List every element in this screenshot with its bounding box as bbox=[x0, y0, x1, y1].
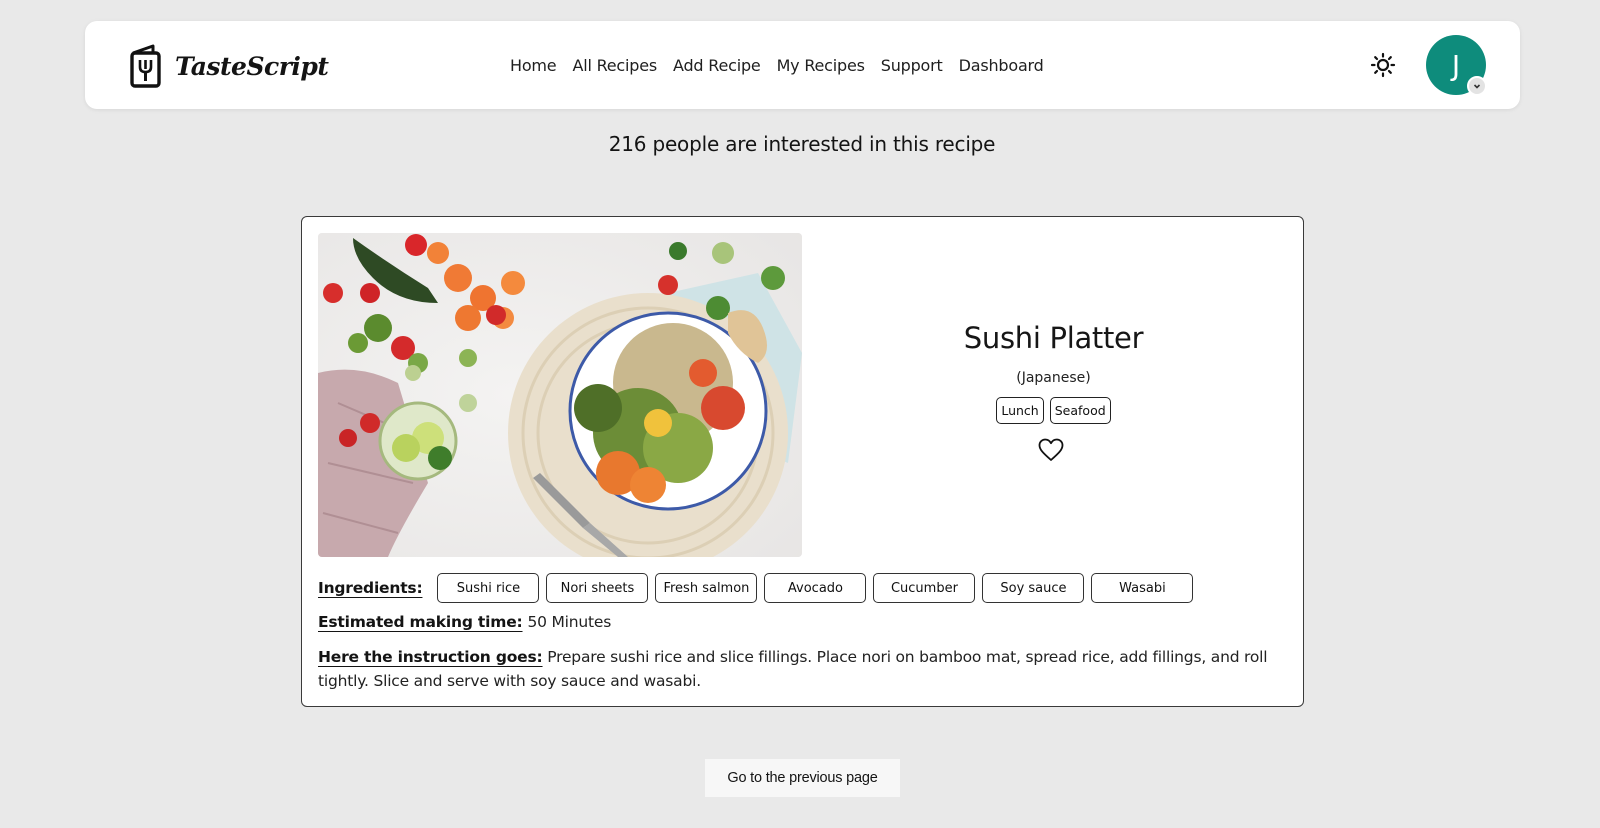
sun-icon[interactable] bbox=[1369, 51, 1397, 79]
tag-seafood: Seafood bbox=[1049, 397, 1111, 424]
nav-link-all-recipes[interactable]: All Recipes bbox=[572, 56, 657, 75]
nav-link-my-recipes[interactable]: My Recipes bbox=[777, 56, 865, 75]
nav-links: Home All Recipes Add Recipe My Recipes S… bbox=[510, 21, 1060, 109]
making-time-label: Estimated making time: bbox=[318, 613, 523, 631]
recipe-info: Sushi Platter (Japanese) Lunch Seafood bbox=[802, 217, 1305, 557]
brand[interactable]: TasteScript bbox=[129, 43, 329, 89]
recipe-card: Sushi Platter (Japanese) Lunch Seafood I… bbox=[301, 216, 1304, 707]
avatar-initial: J bbox=[1451, 48, 1461, 82]
ingredient-chip: Wasabi bbox=[1091, 573, 1194, 603]
ingredient-chip: Cucumber bbox=[873, 573, 976, 603]
instructions-row: Here the instruction goes: Prepare sushi… bbox=[318, 645, 1268, 693]
making-time-row: Estimated making time: 50 Minutes bbox=[318, 613, 611, 631]
recipe-cuisine: (Japanese) bbox=[1016, 370, 1091, 386]
making-time-value: 50 Minutes bbox=[527, 613, 612, 631]
ingredients-label: Ingredients: bbox=[318, 579, 423, 597]
ingredient-chip: Nori sheets bbox=[546, 573, 649, 603]
recipe-photo bbox=[318, 233, 802, 557]
nav-link-home[interactable]: Home bbox=[510, 56, 557, 75]
ingredient-chip: Sushi rice bbox=[437, 573, 540, 603]
interest-count-text: 216 people are interested in this recipe bbox=[608, 132, 996, 156]
tag-lunch: Lunch bbox=[996, 397, 1044, 424]
ingredients-list: Sushi rice Nori sheets Fresh salmon Avoc… bbox=[437, 573, 1200, 603]
previous-page-button[interactable]: Go to the previous page bbox=[705, 759, 900, 797]
nav-link-add-recipe[interactable]: Add Recipe bbox=[673, 56, 761, 75]
recipe-title: Sushi Platter bbox=[963, 321, 1144, 355]
nav-link-support[interactable]: Support bbox=[881, 56, 943, 75]
recipe-tags: Lunch Seafood bbox=[802, 397, 1305, 424]
nav-link-dashboard[interactable]: Dashboard bbox=[959, 56, 1044, 75]
fork-menu-icon bbox=[130, 44, 161, 88]
navbar: TasteScript Home All Recipes Add Recipe … bbox=[85, 21, 1520, 109]
instructions-label: Here the instruction goes: bbox=[318, 648, 543, 666]
avatar-menu-button[interactable] bbox=[1467, 76, 1487, 96]
ingredient-chip: Avocado bbox=[764, 573, 867, 603]
ingredient-chip: Fresh salmon bbox=[655, 573, 758, 603]
heart-outline-icon[interactable] bbox=[1037, 437, 1065, 463]
ingredients-row: Ingredients: Sushi rice Nori sheets Fres… bbox=[318, 573, 1200, 603]
ingredient-chip: Soy sauce bbox=[982, 573, 1085, 603]
brand-name: TasteScript bbox=[175, 51, 329, 81]
chevron-down-icon bbox=[1473, 84, 1481, 89]
